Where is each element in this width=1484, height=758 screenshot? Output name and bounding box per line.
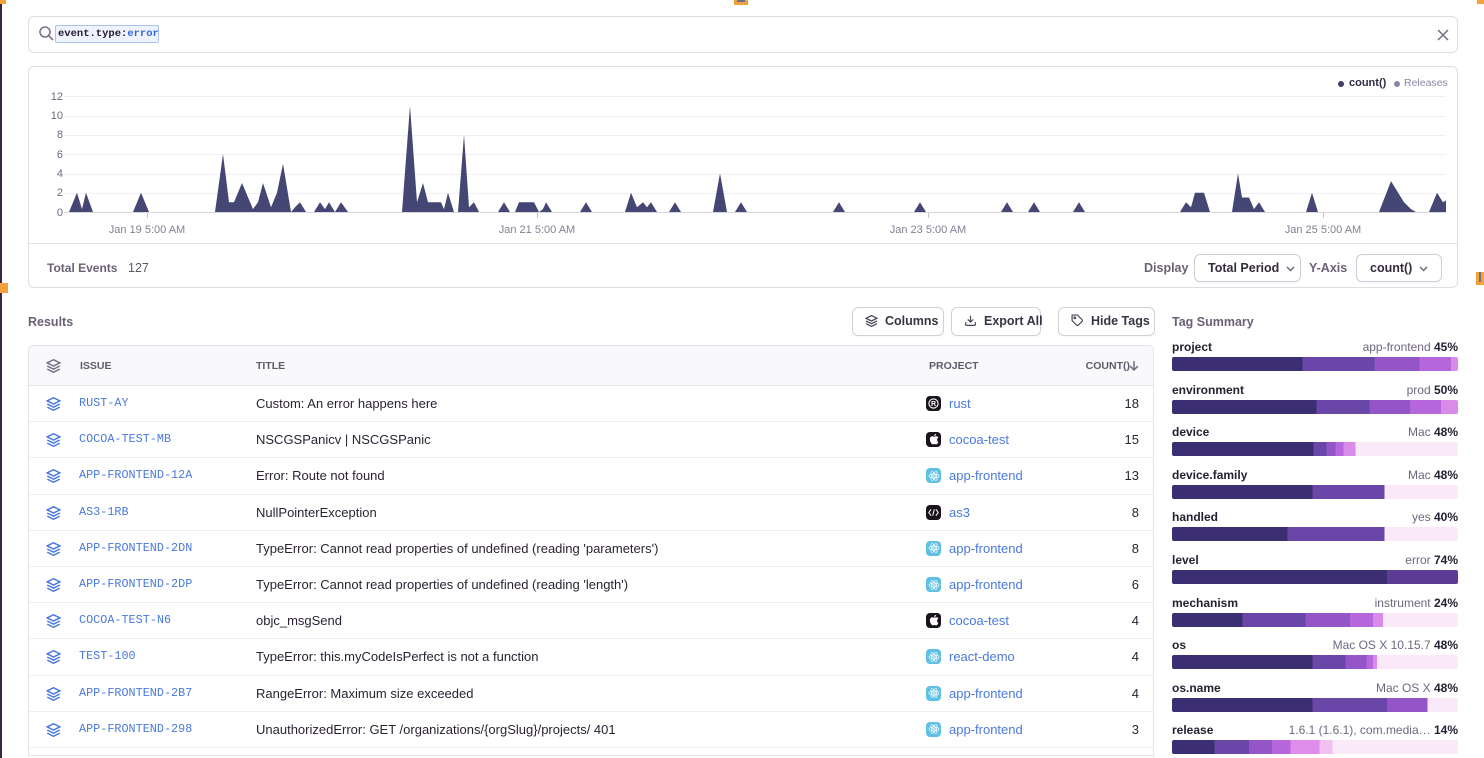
svg-text:R: R <box>931 401 936 408</box>
